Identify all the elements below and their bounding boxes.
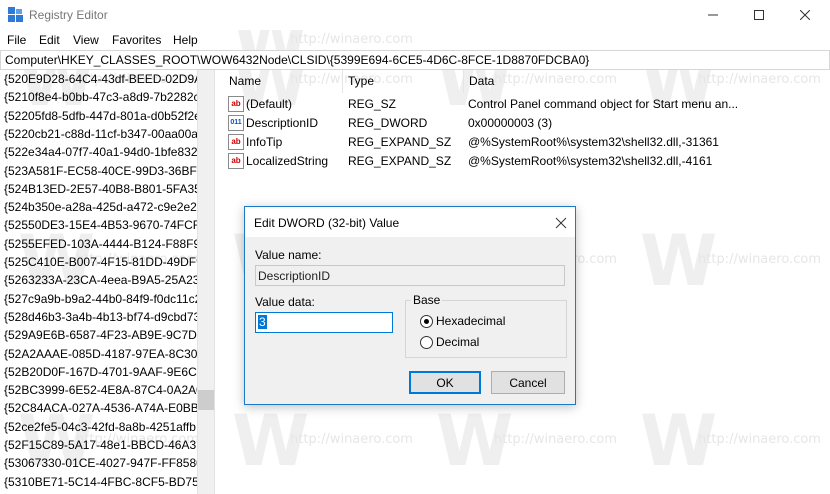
menu-help[interactable]: Help — [173, 33, 198, 47]
dialog-title: Edit DWORD (32-bit) Value — [254, 216, 400, 230]
menu-view[interactable]: View — [73, 33, 99, 47]
base-groupbox — [405, 300, 567, 358]
value-name: (Default) — [246, 97, 293, 111]
menu-file[interactable]: File — [7, 33, 26, 47]
value-row[interactable]: ab LocalizedString REG_EXPAND_SZ @%SystemRo… — [222, 152, 830, 171]
value-row[interactable]: 011 DescriptionID REG_DWORD 0x00000003 (3) — [222, 114, 830, 133]
tree-item[interactable]: {52ce2fe5-04c3-42fd-8a8b-4251affb — [4, 420, 196, 434]
tree-item[interactable]: {53067330-01CE-4027-947F-FF8580E9 — [4, 456, 197, 470]
tree-item[interactable]: {5263233A-23CA-4eea-B9A5-25A23E — [4, 273, 197, 287]
tree-item[interactable]: {523A581F-EC58-40CE-99D3-36BF78 — [4, 164, 197, 178]
dialog-close-button[interactable] — [555, 213, 567, 234]
string-value-icon: ab — [228, 96, 244, 112]
hexadecimal-radio[interactable] — [420, 315, 433, 328]
value-row[interactable]: ab InfoTip REG_EXPAND_SZ @%SystemRoot%\syst… — [222, 133, 830, 152]
value-data: 0x00000003 (3) — [468, 116, 553, 130]
binary-value-icon: 011 — [228, 115, 244, 131]
value-data-input[interactable]: 3 — [255, 312, 393, 333]
value-row[interactable]: ab (Default) REG_SZ Control Panel command o… — [222, 95, 830, 114]
value-data-label: Value data: — [255, 295, 315, 309]
value-data-text: 3 — [258, 315, 267, 329]
column-header-type[interactable]: Type — [348, 74, 374, 88]
close-button[interactable] — [782, 0, 828, 30]
value-type: REG_EXPAND_SZ — [348, 135, 452, 149]
menu-favorites[interactable]: Favorites — [112, 33, 161, 47]
value-name: InfoTip — [246, 135, 283, 149]
tree-item[interactable]: {525C410E-B007-4F15-81DD-49DF9B1 — [4, 255, 197, 269]
window-title: Registry Editor — [29, 8, 108, 22]
value-name: DescriptionID — [246, 116, 319, 130]
hexadecimal-label[interactable]: Hexadecimal — [436, 314, 505, 328]
tree-scrollbar-thumb[interactable] — [198, 390, 214, 410]
tree-item[interactable]: {52BC3999-6E52-4E8A-87C4-0A2A0C — [4, 383, 197, 397]
maximize-icon — [754, 10, 764, 20]
value-name-field: DescriptionID — [255, 265, 565, 286]
tree-item[interactable]: {52F15C89-5A17-48e1-BBCD-46A3F8 — [4, 438, 197, 452]
tree-item[interactable]: {52B20D0F-167D-4701-9AAF-9E6C31 — [4, 365, 197, 379]
tree-item[interactable]: {52550DE3-15E4-4B53-9670-74FCF2B — [4, 218, 197, 232]
menu-edit[interactable]: Edit — [39, 33, 60, 47]
dialog-title-bar: Edit DWORD (32-bit) Value — [245, 207, 575, 237]
value-type: REG_DWORD — [348, 116, 428, 130]
tree-item[interactable]: {52A2AAAE-085D-4187-97EA-8C30DE — [4, 347, 197, 361]
decimal-radio[interactable] — [420, 336, 433, 349]
value-name-text: DescriptionID — [258, 269, 331, 283]
ok-button[interactable]: OK — [409, 371, 481, 394]
tree-item[interactable]: {524b350e-a28a-425d-a472-c9e2e2c8 — [4, 200, 197, 214]
value-data: Control Panel command object for Start m… — [468, 97, 739, 111]
decimal-label[interactable]: Decimal — [436, 335, 479, 349]
edit-dword-dialog: Edit DWORD (32-bit) Value Value name: De… — [244, 206, 576, 405]
tree-item[interactable]: {520E9D28-64C4-43df-BEED-02D9A6C — [4, 72, 197, 86]
column-header-name[interactable]: Name — [229, 74, 261, 88]
tree-scrollbar[interactable] — [198, 70, 214, 494]
close-icon — [800, 10, 810, 20]
tree-item[interactable]: {529A9E6B-6587-4F23-AB9E-9C7D68 — [4, 328, 197, 342]
value-data: @%SystemRoot%\system32\shell32.dll,-4161 — [468, 154, 713, 168]
tree-item[interactable]: {5255EFED-103A-4444-B124-F88F99E — [4, 237, 197, 251]
close-icon — [555, 217, 567, 229]
tree-item[interactable]: {5310BE71-5C14-4FBC-8CF5-BD75D3 — [4, 475, 197, 489]
column-divider[interactable] — [463, 70, 464, 93]
tree-item[interactable]: {528d46b3-3a4b-4b13-bf74-d9cbd73 — [4, 310, 197, 324]
tree-item[interactable]: {522e34a4-07f7-40a1-94d0-1bfe832ef — [4, 145, 197, 159]
column-divider[interactable] — [342, 70, 343, 93]
address-bar[interactable]: Computer\HKEY_CLASSES_ROOT\WOW6432Node\C… — [0, 50, 830, 70]
tree-item[interactable]: {5210f8e4-b0bb-47c3-a8d9-7b2282cc — [4, 90, 197, 104]
minimize-icon — [708, 14, 718, 16]
tree-item[interactable]: {52205fd8-5dfb-447d-801a-d0b52f2e — [4, 109, 197, 123]
value-type: REG_EXPAND_SZ — [348, 154, 452, 168]
minimize-button[interactable] — [690, 0, 736, 30]
tree-item[interactable]: {5220cb21-c88d-11cf-b347-00aa00a2 — [4, 127, 197, 141]
maximize-button[interactable] — [736, 0, 782, 30]
value-data: @%SystemRoot%\system32\shell32.dll,-3136… — [468, 135, 719, 149]
key-tree[interactable]: {520E9D28-64C4-43df-BEED-02D9A6C {5210f8e… — [0, 70, 198, 494]
string-value-icon: ab — [228, 153, 244, 169]
address-path: Computer\HKEY_CLASSES_ROOT\WOW6432Node\C… — [5, 53, 590, 67]
column-header-data[interactable]: Data — [469, 74, 494, 88]
string-value-icon: ab — [228, 134, 244, 150]
base-label: Base — [411, 293, 443, 307]
value-name-label: Value name: — [255, 248, 322, 262]
tree-item[interactable]: {52C84ACA-027A-4536-A74A-E0BB5 — [4, 401, 197, 415]
value-type: REG_SZ — [348, 97, 397, 111]
value-name: LocalizedString — [246, 154, 329, 168]
cancel-button[interactable]: Cancel — [491, 371, 565, 394]
tree-item[interactable]: {527c9a9b-b9a2-44b0-84f9-f0dc11c2 — [4, 292, 197, 306]
registry-editor-icon — [8, 7, 24, 23]
title-bar: Registry Editor — [0, 0, 830, 30]
tree-item[interactable]: {524B13ED-2E57-40B8-B801-5FA3512 — [4, 182, 197, 196]
